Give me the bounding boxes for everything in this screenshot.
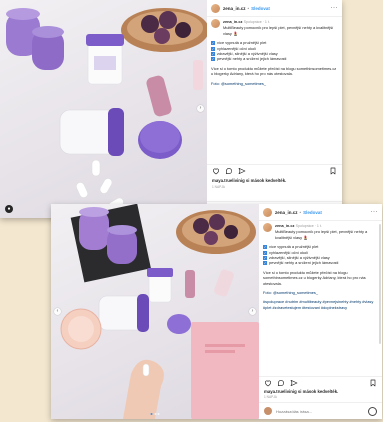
checkmark-icon: ✓ [263,256,267,260]
caption-intro: MultiBeauty pomocník pro lepší plet, pev… [223,25,334,36]
post-actions [259,376,382,389]
bookmark-icon[interactable] [369,379,377,387]
more-icon[interactable]: ··· [371,209,379,215]
caption-bullet: více vypnutá a pružnější plet [269,244,319,250]
post-header: zena_in.cz • Sledovat ··· [259,204,382,221]
avatar [264,407,272,415]
follow-button[interactable]: Sledovat [303,210,322,215]
separator-dot: • [247,5,250,11]
post-caption: zena_in.cz Spolupráce · 1 t. MultiBeauty… [259,221,382,310]
user-tag-icon[interactable]: ● [5,205,13,213]
caption-hashtags[interactable]: #spoluprace #nutrim #multibeauty #pevnej… [263,299,378,310]
post-side-panel: zena_in.cz • Sledovat ··· zena_in.cz Spo… [259,204,382,419]
post-header: zena_in.cz • Sledovat ··· [207,0,342,17]
liked-by-link[interactable]: maya.truelivinig si mások kedvelték. [212,178,286,183]
separator-dot: • [299,209,302,215]
caption-intro: MultiBeauty pomocník pro lepší plet, pev… [275,229,368,240]
bookmark-icon[interactable] [329,167,337,175]
liked-by-link[interactable]: maya.truelivinig si mások kedvelték. [264,389,338,394]
caption-bullet: více vypnutá a pružnější plet [217,40,267,46]
caption-scrollbar[interactable] [379,224,381,344]
caption-bullet: pevnější nehty a snížení jejich lámavost… [217,56,287,62]
next-arrow-icon[interactable]: › [249,308,256,315]
caption-bullet: zdravější, silnější a výživnější vlasy [217,51,278,57]
caption-bullets: ✓ více vypnutá a pružnější plet ✓ vyhlazen… [211,40,338,62]
caption-more-text: Více si o tomto produktu můžete přečíst … [263,269,366,286]
prev-arrow-icon[interactable]: ‹ [54,308,61,315]
username-link[interactable]: zena_in.cz [223,6,246,11]
username-link[interactable]: zena_in.cz [275,210,298,215]
checkmark-icon: ✓ [263,245,267,250]
carousel-dot [154,413,156,415]
caption-more-text: Více si o tomto produktu můžete přečíst … [211,65,337,77]
caption-username[interactable]: zena_in.cz [275,223,294,228]
caption-meta: Spolupráce · 1 t. [295,224,322,228]
caption-photo-credit: Foto: @something_sometimes_ [211,81,338,86]
emoji-icon[interactable] [368,406,377,416]
checkmark-icon: ✓ [211,52,215,56]
caption-avatar[interactable] [263,223,272,232]
product-photo-illustration [6,8,207,211]
checkmark-icon: ✓ [211,57,215,62]
caption-photo-credit: Foto: @something_sometimes_ [263,290,378,295]
photo-credit-link[interactable]: Foto: @something_sometimes_ [211,81,266,86]
heart-icon[interactable] [212,167,220,175]
carousel-dot [157,413,160,415]
follow-button[interactable]: Sledovat [251,6,270,11]
share-icon[interactable] [290,379,298,387]
next-arrow-icon[interactable]: › [197,105,204,112]
caption-meta: Spolupráce · 1 t. [243,20,270,24]
caption-bullet: zdravější, silnější a výživnější vlasy [269,255,330,261]
caption-bullets: ✓ více vypnutá a pružnější plet ✓ vyhlazen… [263,244,378,266]
avatar[interactable] [263,207,272,217]
comment-icon[interactable] [277,379,285,387]
comment-input[interactable] [276,408,356,414]
checkmark-icon: ✓ [211,41,215,46]
comment-icon[interactable] [225,167,233,175]
comment-bar [259,402,382,419]
caption-bullet: pevnější nehty a snížení jejich lámavost… [269,260,339,266]
carousel-dot [150,413,153,415]
avatar[interactable] [211,3,220,13]
heart-icon[interactable] [264,379,272,387]
share-icon[interactable] [238,167,246,175]
checkmark-icon: ✓ [263,261,267,266]
photo-credit-link[interactable]: Foto: @something_sometimes_ [263,290,318,295]
checkmark-icon: ✓ [263,250,267,255]
post-window-front: ‹ › zena_in.cz • Sledovat ··· zena_in.cz… [51,204,382,419]
time-ago: 1 NAPJA [212,185,225,189]
more-icon[interactable]: ··· [331,5,339,11]
caption-avatar[interactable] [211,19,220,28]
post-actions [207,164,342,177]
checkmark-icon: ✓ [211,46,215,51]
post-photo[interactable]: ‹ › [51,204,259,419]
carousel-dots [150,413,160,415]
caption-username[interactable]: zena_in.cz [223,19,242,24]
caption-bullet: vyhlazenější oční okolí [217,45,257,51]
post-photo[interactable]: ● › [0,0,207,218]
time-ago: 1 NAPJA [264,395,277,399]
product-photo-illustration [60,204,259,419]
post-caption: zena_in.cz Spolupráce · 1 t. MultiBeauty… [207,17,342,86]
liked-by-text: maya.truelivinig si mások kedvelték. [212,178,286,183]
liked-by-text: maya.truelivinig si mások kedvelték. [264,389,338,394]
post-side-panel: zena_in.cz • Sledovat ··· zena_in.cz Spo… [207,0,342,218]
post-window-back: ● › zena_in.cz • Sledovat ··· zena_in.cz… [0,0,342,218]
caption-bullet: vyhlazenější oční okolí [269,249,309,255]
